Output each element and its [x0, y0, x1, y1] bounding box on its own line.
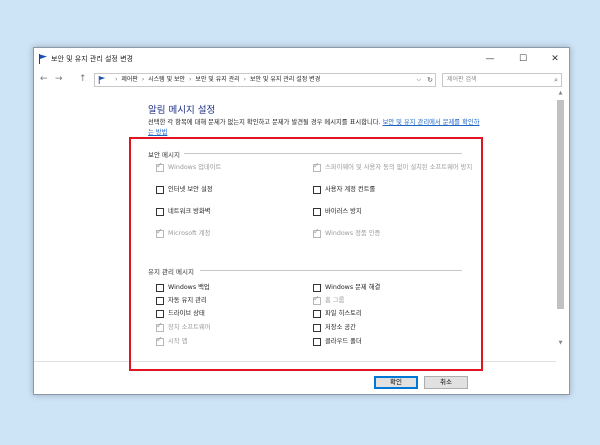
highlight-frame — [129, 137, 483, 371]
vertical-scrollbar[interactable]: ▲ ▼ — [556, 89, 565, 348]
ok-button[interactable]: 확인 — [374, 376, 418, 389]
close-button[interactable]: ✕ — [544, 51, 566, 67]
page-title: 알림 메시지 설정 — [148, 105, 216, 116]
maximize-button[interactable]: ☐ — [512, 51, 534, 67]
address-bar[interactable]: › 제어판 › 시스템 및 보안 › 보안 및 유지 관리 › 보안 및 유지 … — [94, 73, 436, 87]
breadcrumb-separator: › — [189, 76, 192, 83]
scroll-up-icon[interactable]: ▲ — [556, 89, 565, 98]
description-text: 선택한 각 항목에 대해 문제가 없는지 확인하고 문제가 발견될 경우 메시지… — [148, 119, 383, 126]
breadcrumb-change-settings[interactable]: 보안 및 유지 관리 설정 변경 — [250, 76, 320, 83]
search-input[interactable]: 제어판 검색 ⌕ — [442, 73, 562, 87]
breadcrumb-system-security[interactable]: 시스템 및 보안 — [148, 76, 185, 83]
scroll-down-icon[interactable]: ▼ — [556, 339, 565, 348]
cancel-button[interactable]: 취소 — [424, 376, 468, 389]
search-icon[interactable]: ⌕ — [554, 74, 558, 86]
breadcrumb-separator: › — [243, 76, 247, 83]
up-icon[interactable]: ↑ — [79, 73, 87, 85]
search-placeholder: 제어판 검색 — [447, 76, 477, 83]
address-bar-row: ← → ↑ › 제어판 › 시스템 및 보안 › 보안 및 유지 관리 › 보안… — [34, 70, 569, 88]
breadcrumb-separator: › — [115, 76, 118, 83]
flag-icon — [39, 54, 47, 64]
page-description: 선택한 각 항목에 대해 문제가 없는지 확인하고 문제가 발견될 경우 메시지… — [148, 118, 480, 137]
breadcrumb-security-maintenance[interactable]: 보안 및 유지 관리 — [195, 76, 239, 83]
scrollbar-thumb[interactable] — [557, 100, 564, 309]
title-bar: 보안 및 유지 관리 설정 변경 — ☐ ✕ — [34, 48, 569, 70]
minimize-button[interactable]: — — [479, 51, 501, 67]
chevron-down-icon[interactable]: ⌵ — [416, 74, 421, 86]
control-panel-flag-icon — [98, 76, 106, 84]
breadcrumb-separator: › — [141, 76, 145, 83]
breadcrumb-control-panel[interactable]: 제어판 — [121, 76, 138, 83]
back-icon[interactable]: ← — [40, 73, 48, 85]
breadcrumb: › 제어판 › 시스템 및 보안 › 보안 및 유지 관리 › 보안 및 유지 … — [113, 74, 320, 86]
forward-icon[interactable]: → — [55, 73, 63, 85]
window-title: 보안 및 유지 관리 설정 변경 — [51, 55, 133, 63]
refresh-icon[interactable]: ↻ — [427, 74, 433, 86]
